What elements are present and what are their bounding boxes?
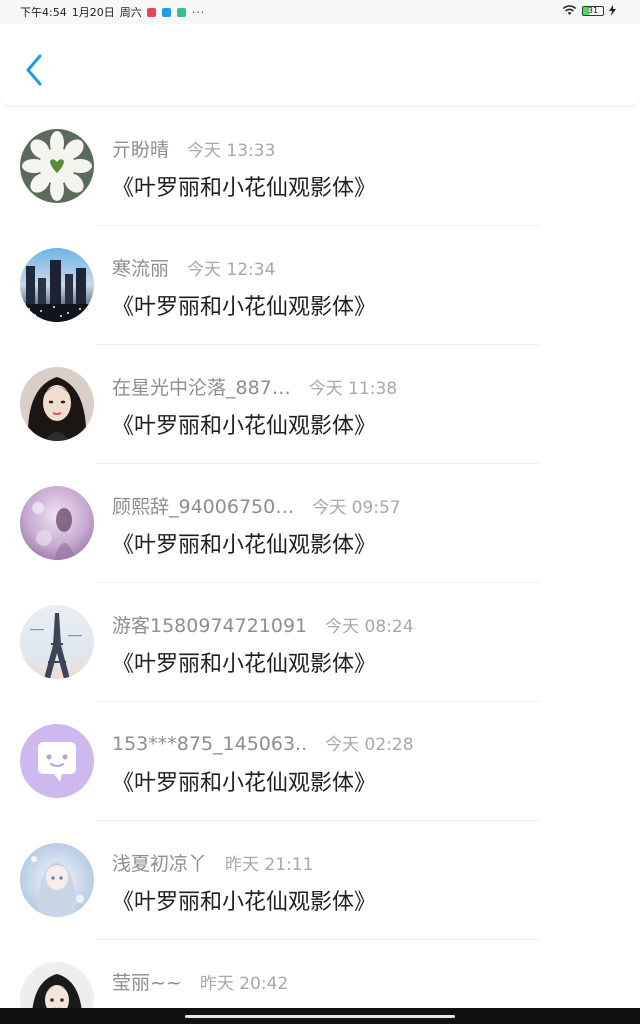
user-name[interactable]: 莹丽~~: [112, 968, 182, 995]
item-meta: 153***875_145063.. 今天 02:28: [112, 730, 414, 755]
message-text: 《叶罗丽和小花仙观影体》: [112, 414, 377, 439]
avatar[interactable]: [20, 367, 94, 441]
avatar[interactable]: [20, 724, 94, 798]
user-name[interactable]: 在星光中沦落_887…: [112, 373, 291, 400]
avatar-default-chat-icon: [20, 724, 94, 798]
comment-list: 亓盼晴 今天 13:33 《叶罗丽和小花仙观影体》 寒流丽 今天 12:34 《…: [0, 107, 640, 1024]
list-item[interactable]: 游客1580974721091 今天 08:24 《叶罗丽和小花仙观影体》: [0, 583, 640, 702]
user-name[interactable]: 寒流丽: [112, 254, 169, 281]
charging-bolt-icon: [609, 5, 616, 16]
message-text: 《叶罗丽和小花仙观影体》: [112, 771, 377, 796]
list-item[interactable]: 在星光中沦落_887… 今天 11:38 《叶罗丽和小花仙观影体》: [0, 345, 640, 464]
system-navigation-bar: [0, 1008, 640, 1024]
message-text: 《叶罗丽和小花仙观影体》: [112, 295, 377, 320]
avatar-anime-blue-image: [20, 843, 94, 917]
item-meta: 在星光中沦落_887… 今天 11:38: [112, 373, 397, 400]
item-meta: 寒流丽 今天 12:34: [112, 254, 275, 281]
status-weekday: 周六: [119, 6, 142, 19]
timestamp: 今天 13:33: [187, 141, 276, 161]
avatar-tower-image: [20, 605, 94, 679]
screen: 下午4:54 1月20日 周六 ··· 31 亓盼晴 今天 13:33 《叶罗丽…: [0, 0, 640, 1024]
avatar[interactable]: [20, 843, 94, 917]
user-name[interactable]: 游客1580974721091: [112, 611, 307, 638]
list-item[interactable]: 顾熙辞_94006750… 今天 09:57 《叶罗丽和小花仙观影体》: [0, 464, 640, 583]
item-meta: 游客1580974721091 今天 08:24: [112, 611, 414, 638]
user-name[interactable]: 顾熙辞_94006750…: [112, 492, 294, 519]
notification-app-icon: [146, 7, 156, 17]
status-date: 1月20日: [71, 6, 115, 19]
avatar-purple-image: [20, 486, 94, 560]
item-meta: 浅夏初凉丫 昨天 21:11: [112, 849, 313, 876]
battery-level: 31: [587, 6, 599, 15]
message-text: 《叶罗丽和小花仙观影体》: [112, 533, 377, 558]
timestamp: 今天 02:28: [325, 735, 414, 755]
message-text: 《叶罗丽和小花仙观影体》: [112, 890, 377, 915]
avatar-flower-image: [20, 129, 94, 203]
message-text: 《叶罗丽和小花仙观影体》: [112, 176, 377, 201]
user-name[interactable]: 浅夏初凉丫: [112, 849, 207, 876]
timestamp: 今天 09:57: [312, 498, 401, 518]
item-meta: 莹丽~~ 昨天 20:42: [112, 968, 288, 995]
item-meta: 亓盼晴 今天 13:33: [112, 135, 275, 162]
avatar-portrait-image: [20, 367, 94, 441]
wifi-icon: [562, 5, 577, 15]
status-time: 下午4:54: [20, 6, 67, 19]
user-name[interactable]: 153***875_145063..: [112, 733, 307, 755]
avatar[interactable]: [20, 129, 94, 203]
timestamp: 今天 11:38: [308, 379, 398, 399]
timestamp: 昨天 21:11: [225, 855, 314, 875]
home-indicator[interactable]: [185, 1015, 455, 1018]
list-item[interactable]: 153***875_145063.. 今天 02:28 《叶罗丽和小花仙观影体》: [0, 702, 640, 821]
list-item[interactable]: 亓盼晴 今天 13:33 《叶罗丽和小花仙观影体》: [0, 107, 640, 226]
battery-icon: 31: [582, 5, 604, 16]
avatar[interactable]: [20, 486, 94, 560]
notification-app-icon: [161, 7, 171, 17]
status-right: 31: [562, 5, 616, 16]
avatar[interactable]: [20, 248, 94, 322]
item-meta: 顾熙辞_94006750… 今天 09:57: [112, 492, 401, 519]
timestamp: 今天 08:24: [325, 617, 414, 637]
status-more-icon: ···: [191, 5, 206, 19]
back-button[interactable]: [18, 50, 52, 90]
status-bar: 下午4:54 1月20日 周六 ··· 31: [0, 0, 640, 24]
header: [0, 24, 640, 107]
timestamp: 今天 12:34: [187, 260, 276, 280]
status-left: 下午4:54 1月20日 周六 ···: [20, 4, 210, 20]
message-text: 《叶罗丽和小花仙观影体》: [112, 652, 377, 677]
chevron-left-icon: [26, 54, 42, 86]
avatar[interactable]: [20, 605, 94, 679]
notification-app-icon: [176, 7, 186, 17]
timestamp: 昨天 20:42: [199, 974, 289, 994]
list-item[interactable]: 寒流丽 今天 12:34 《叶罗丽和小花仙观影体》: [0, 226, 640, 345]
user-name[interactable]: 亓盼晴: [112, 135, 169, 162]
list-item[interactable]: 浅夏初凉丫 昨天 21:11 《叶罗丽和小花仙观影体》: [0, 821, 640, 940]
avatar-city-image: [20, 248, 94, 322]
